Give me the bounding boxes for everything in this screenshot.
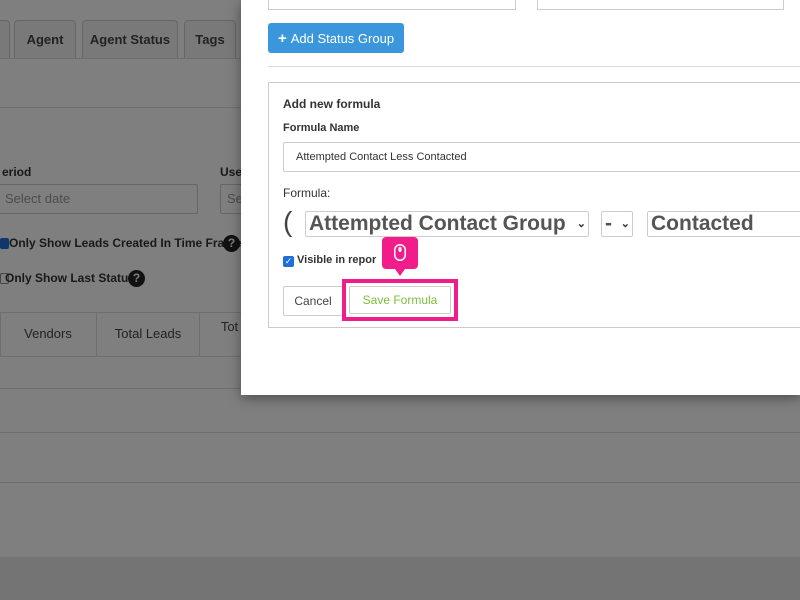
add-formula-title: Add new formula: [283, 97, 381, 111]
chevron-down-icon: ⌄: [620, 218, 630, 230]
right-operand-select[interactable]: Contacted: [647, 211, 800, 237]
left-operand-select[interactable]: Attempted Contact Group ⌄: [305, 211, 589, 237]
save-formula-button[interactable]: Save Formula: [349, 286, 451, 314]
mouse-icon: [394, 244, 406, 261]
status-group-statuses-input[interactable]: [537, 0, 784, 10]
modal-divider: [268, 66, 800, 67]
formula-label: Formula:: [283, 186, 331, 200]
cancel-button[interactable]: Cancel: [283, 286, 343, 316]
open-paren-text: (: [283, 206, 293, 237]
status-group-name-input[interactable]: [268, 0, 516, 10]
formula-name-input[interactable]: [283, 142, 800, 172]
add-status-group-button[interactable]: + Add Status Group: [268, 23, 404, 53]
operator-value: -: [605, 212, 612, 235]
add-status-group-label: Add Status Group: [290, 30, 395, 46]
formula-modal: + Add Status Group Add new formula Formu…: [241, 0, 800, 395]
operator-select[interactable]: - ⌄: [601, 211, 633, 237]
plus-icon: +: [277, 29, 287, 47]
right-operand-value: Contacted: [651, 212, 754, 235]
visible-in-report-checkbox[interactable]: ✓: [283, 256, 294, 267]
click-indicator: [382, 237, 418, 276]
left-operand-value: Attempted Contact Group: [309, 212, 566, 235]
formula-name-label: Formula Name: [283, 122, 360, 134]
chevron-down-icon: ⌄: [576, 218, 586, 230]
visible-in-report-label: Visible in repor: [297, 254, 377, 266]
